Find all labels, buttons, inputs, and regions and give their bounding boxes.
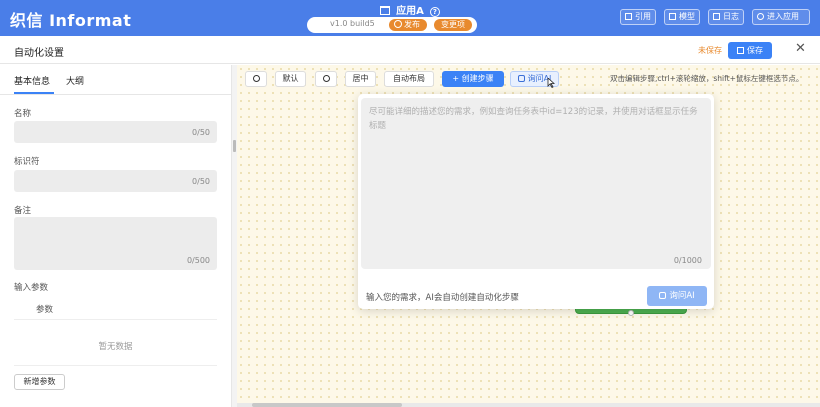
enter-app-button[interactable]: 进入应用 <box>752 9 810 25</box>
ai-prompt-textarea[interactable]: 尽可能详细的描述您的需求，例如查询任务表中id=123的记录，并使用对话框显示任… <box>361 98 711 269</box>
ai-send-label: 询问AI <box>669 291 695 301</box>
zoom-out-icon <box>322 75 330 82</box>
building-icon <box>380 6 391 15</box>
model-icon <box>669 13 676 20</box>
top-bar: 织信 Informat 应用A? v1.0 build5 发布 变更项 引用 模… <box>0 0 820 36</box>
ai-footer-hint: 输入您的需求，AI会自动创建自动化步骤 <box>366 293 519 303</box>
identifier-input[interactable]: 0/50 <box>14 170 217 192</box>
center-button[interactable]: 居中 <box>345 71 376 87</box>
reference-button[interactable]: 引用 <box>620 9 656 25</box>
app-name: 应用A <box>396 6 424 17</box>
zoom-out-button[interactable] <box>315 71 337 87</box>
version-text: v1.0 build5 <box>330 19 375 28</box>
page-title: 自动化设置 <box>14 48 64 59</box>
remark-label: 备注 <box>14 206 32 216</box>
remark-textarea[interactable]: 0/500 <box>14 217 217 270</box>
save-label: 保存 <box>747 46 763 55</box>
enter-app-icon <box>757 13 764 20</box>
enter-app-label: 进入应用 <box>767 12 799 21</box>
plus-icon: + <box>452 74 462 83</box>
log-icon <box>713 13 720 20</box>
tab-outline[interactable]: 大纲 <box>66 74 84 87</box>
splitter-grip[interactable] <box>233 140 236 152</box>
params-table-header: 参数 <box>14 298 217 320</box>
ai-prompt-placeholder: 尽可能详细的描述您的需求，例如查询任务表中id=123的记录，并使用对话框显示任… <box>369 107 698 131</box>
zoom-in-icon <box>252 75 260 82</box>
create-step-button[interactable]: + 创建步骤 <box>442 71 504 87</box>
remark-count: 0/500 <box>186 256 210 265</box>
identifier-count: 0/50 <box>192 177 210 186</box>
log-label: 日志 <box>723 12 739 21</box>
mouse-pointer-icon <box>547 78 555 88</box>
left-panel: 基本信息 大纲 名称 0/50 标识符 0/50 备注 0/500 输入参数 参… <box>0 65 232 407</box>
name-count: 0/50 <box>192 128 210 137</box>
default-zoom-button[interactable]: 默认 <box>275 71 306 87</box>
name-input[interactable]: 0/50 <box>14 121 217 143</box>
canvas-hint: 双击编辑步骤,ctrl+滚轮缩放，shift+鼠标左键框选节点。 <box>610 74 804 83</box>
scrollbar-thumb[interactable] <box>252 403 402 407</box>
model-button[interactable]: 模型 <box>664 9 700 25</box>
name-label: 名称 <box>14 109 32 119</box>
automation-settings-window: 织信 Informat 应用A? v1.0 build5 发布 变更项 引用 模… <box>0 0 820 407</box>
close-icon[interactable]: ✕ <box>795 42 806 56</box>
divider <box>14 365 217 366</box>
empty-state: 暂无数据 <box>98 342 133 352</box>
help-icon[interactable]: ? <box>429 7 440 17</box>
auto-layout-button[interactable]: 自动布局 <box>384 71 434 87</box>
create-step-label: 创建步骤 <box>461 74 494 83</box>
zoom-in-button[interactable] <box>245 71 267 87</box>
ai-char-count: 0/1000 <box>673 256 702 265</box>
version-pill: v1.0 build5 发布 变更项 <box>307 17 477 33</box>
save-button[interactable]: 保存 <box>728 42 772 59</box>
tab-basic-info[interactable]: 基本信息 <box>14 74 50 87</box>
publish-button[interactable]: 发布 <box>389 19 427 31</box>
identifier-label: 标识符 <box>14 157 40 167</box>
robot-icon <box>517 75 525 82</box>
left-tabs: 基本信息 大纲 <box>0 65 232 95</box>
input-params-label: 输入参数 <box>14 283 49 293</box>
save-icon <box>737 47 744 54</box>
unsaved-status: 未保存 <box>698 46 722 55</box>
active-tab-indicator <box>14 92 54 94</box>
changes-button[interactable]: 变更项 <box>434 19 472 31</box>
robot-icon <box>659 292 667 299</box>
ask-ai-popover: 尽可能详细的描述您的需求，例如查询任务表中id=123的记录，并使用对话框显示任… <box>358 94 714 309</box>
horizontal-scrollbar[interactable] <box>237 403 820 407</box>
node-connector[interactable] <box>628 310 634 316</box>
cloud-upload-icon <box>394 20 402 28</box>
header-bar: 自动化设置 未保存 保存 ✕ <box>0 36 820 64</box>
reference-label: 引用 <box>635 12 651 21</box>
log-button[interactable]: 日志 <box>708 9 744 25</box>
model-label: 模型 <box>679 12 695 21</box>
reference-icon <box>625 13 632 20</box>
ai-send-button[interactable]: 询问AI <box>647 286 707 306</box>
add-param-button[interactable]: 新增参数 <box>14 374 65 390</box>
publish-label: 发布 <box>404 20 420 29</box>
param-column-header: 参数 <box>36 305 54 315</box>
